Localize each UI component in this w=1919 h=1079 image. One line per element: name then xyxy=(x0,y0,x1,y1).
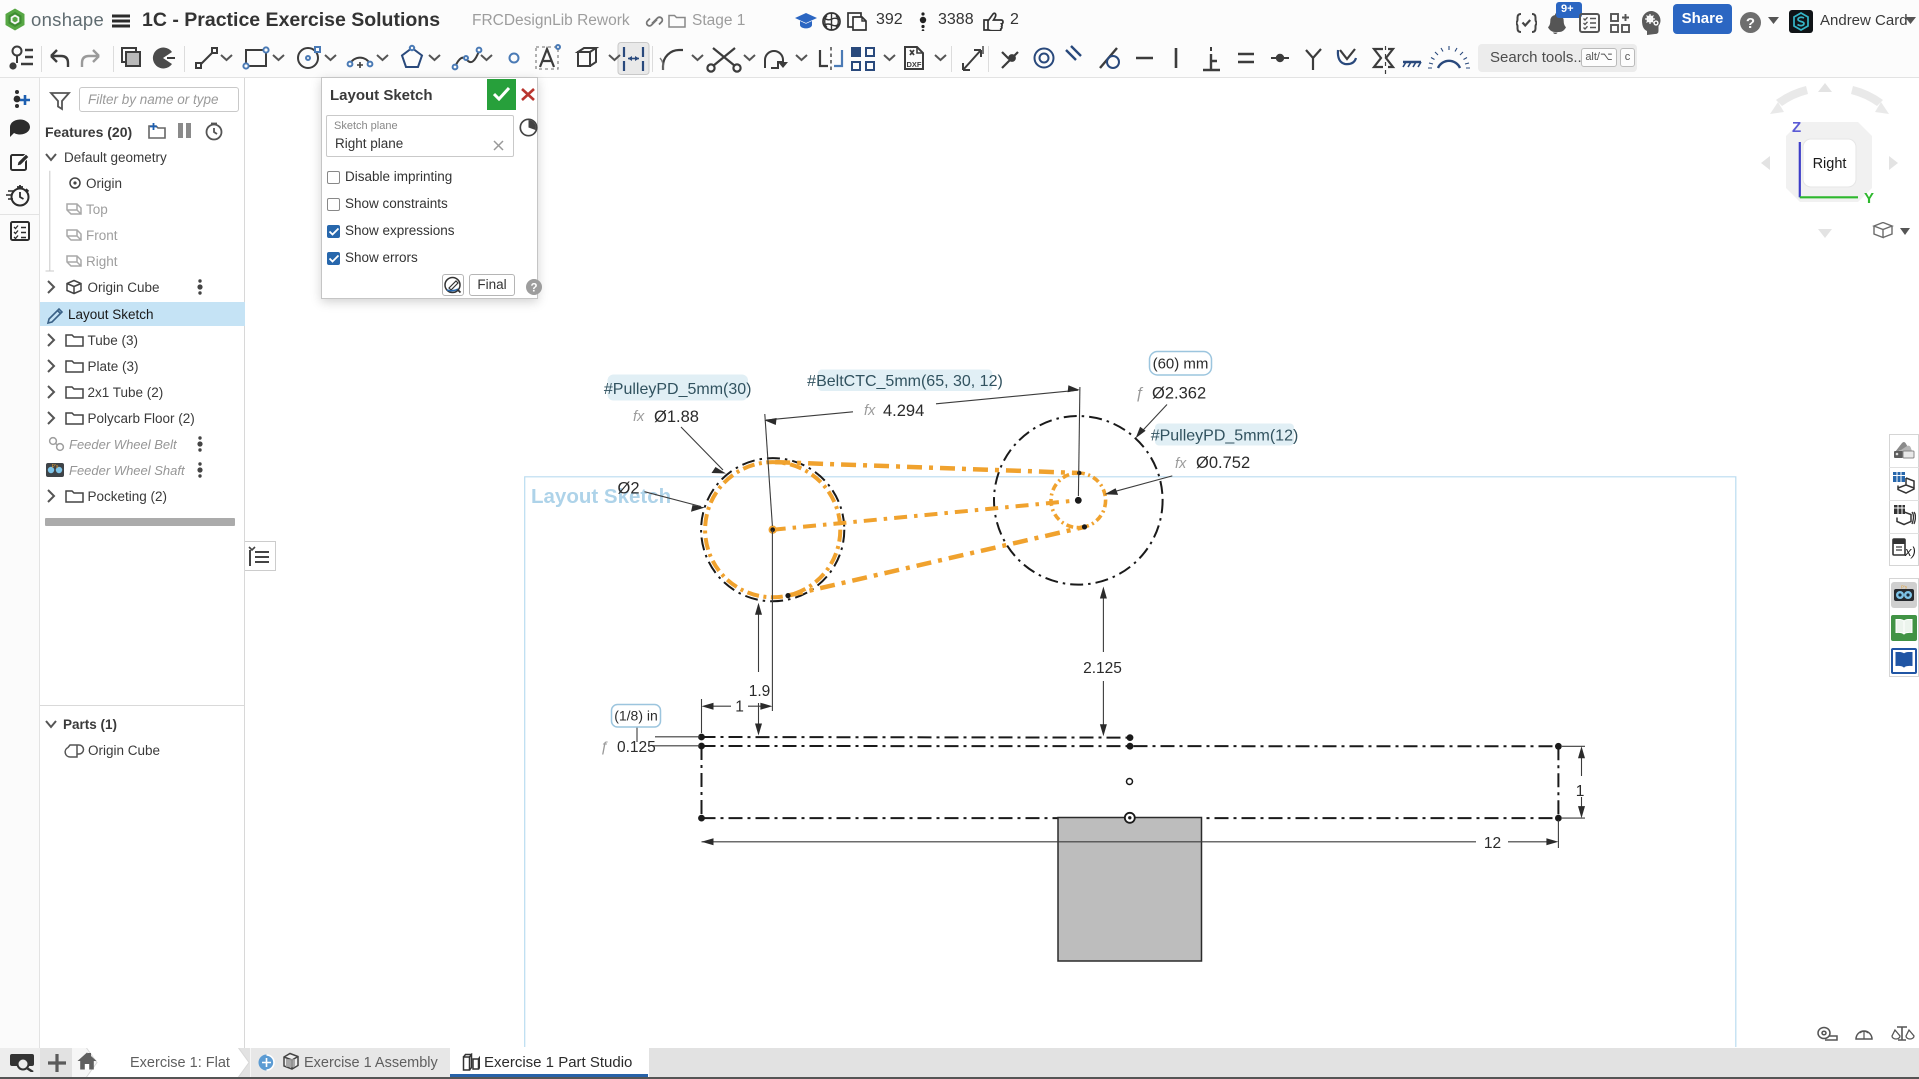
svg-text:Tube (3): Tube (3) xyxy=(88,333,139,348)
svg-text:ƒ: ƒ xyxy=(600,739,608,756)
svg-text:Front: Front xyxy=(86,228,118,243)
svg-text:#PulleyPD_5mm(30): #PulleyPD_5mm(30) xyxy=(604,381,752,398)
svg-text:#PulleyPD_5mm(12): #PulleyPD_5mm(12) xyxy=(1151,428,1299,445)
svg-text:Ø1.88: Ø1.88 xyxy=(654,408,699,426)
svg-text:Origin Cube: Origin Cube xyxy=(88,743,160,758)
svg-text:Origin Cube: Origin Cube xyxy=(88,280,160,295)
svg-text:Right: Right xyxy=(86,254,118,269)
svg-text:?: ? xyxy=(530,283,537,295)
svg-text:ƒ: ƒ xyxy=(1135,385,1144,402)
svg-text:Ø2.362: Ø2.362 xyxy=(1152,385,1206,403)
svg-text:1: 1 xyxy=(1576,783,1585,800)
svg-text:Top: Top xyxy=(86,202,108,217)
svg-text:Polycarb Floor (2): Polycarb Floor (2) xyxy=(88,411,195,426)
svg-text:1.9: 1.9 xyxy=(749,683,771,700)
svg-text:Parts (1): Parts (1) xyxy=(63,717,117,732)
svg-text:2x1 Tube (2): 2x1 Tube (2) xyxy=(88,385,164,400)
svg-text:2.125: 2.125 xyxy=(1083,660,1122,677)
svg-text:Origin: Origin xyxy=(86,176,122,191)
svg-text:4.294: 4.294 xyxy=(883,402,924,420)
svg-text:(1/8) in: (1/8) in xyxy=(614,708,658,724)
svg-text:Pocketing (2): Pocketing (2) xyxy=(88,489,168,504)
svg-text:fx: fx xyxy=(633,409,645,425)
svg-text:Feeder Wheel Shaft: Feeder Wheel Shaft xyxy=(69,463,186,478)
svg-text:Default geometry: Default geometry xyxy=(64,150,167,165)
svg-text:Layout Sketch: Layout Sketch xyxy=(68,307,154,322)
svg-text:Z: Z xyxy=(1792,119,1801,136)
svg-text:Ø2: Ø2 xyxy=(618,480,640,498)
svg-text:0.125: 0.125 xyxy=(617,739,656,756)
svg-text:Feeder Wheel Belt: Feeder Wheel Belt xyxy=(69,437,178,452)
svg-text:fx: fx xyxy=(1175,456,1187,472)
svg-text:Ø0.752: Ø0.752 xyxy=(1196,454,1250,472)
svg-text:P's: P's xyxy=(1901,585,1908,590)
svg-text:12: 12 xyxy=(1484,835,1501,852)
svg-text:Y: Y xyxy=(1864,190,1874,207)
svg-text:1: 1 xyxy=(735,699,744,716)
svg-text:fx: fx xyxy=(864,403,876,419)
svg-text:#BeltCTC_5mm(65, 30, 12): #BeltCTC_5mm(65, 30, 12) xyxy=(807,373,1003,390)
svg-text:P's: P's xyxy=(52,464,59,470)
svg-text:x): x) xyxy=(1904,544,1916,559)
svg-text:Layout Sketch: Layout Sketch xyxy=(531,485,671,508)
svg-text:Right: Right xyxy=(1813,156,1847,172)
svg-text:Plate (3): Plate (3) xyxy=(88,359,139,374)
svg-text:(60) mm: (60) mm xyxy=(1153,356,1209,373)
